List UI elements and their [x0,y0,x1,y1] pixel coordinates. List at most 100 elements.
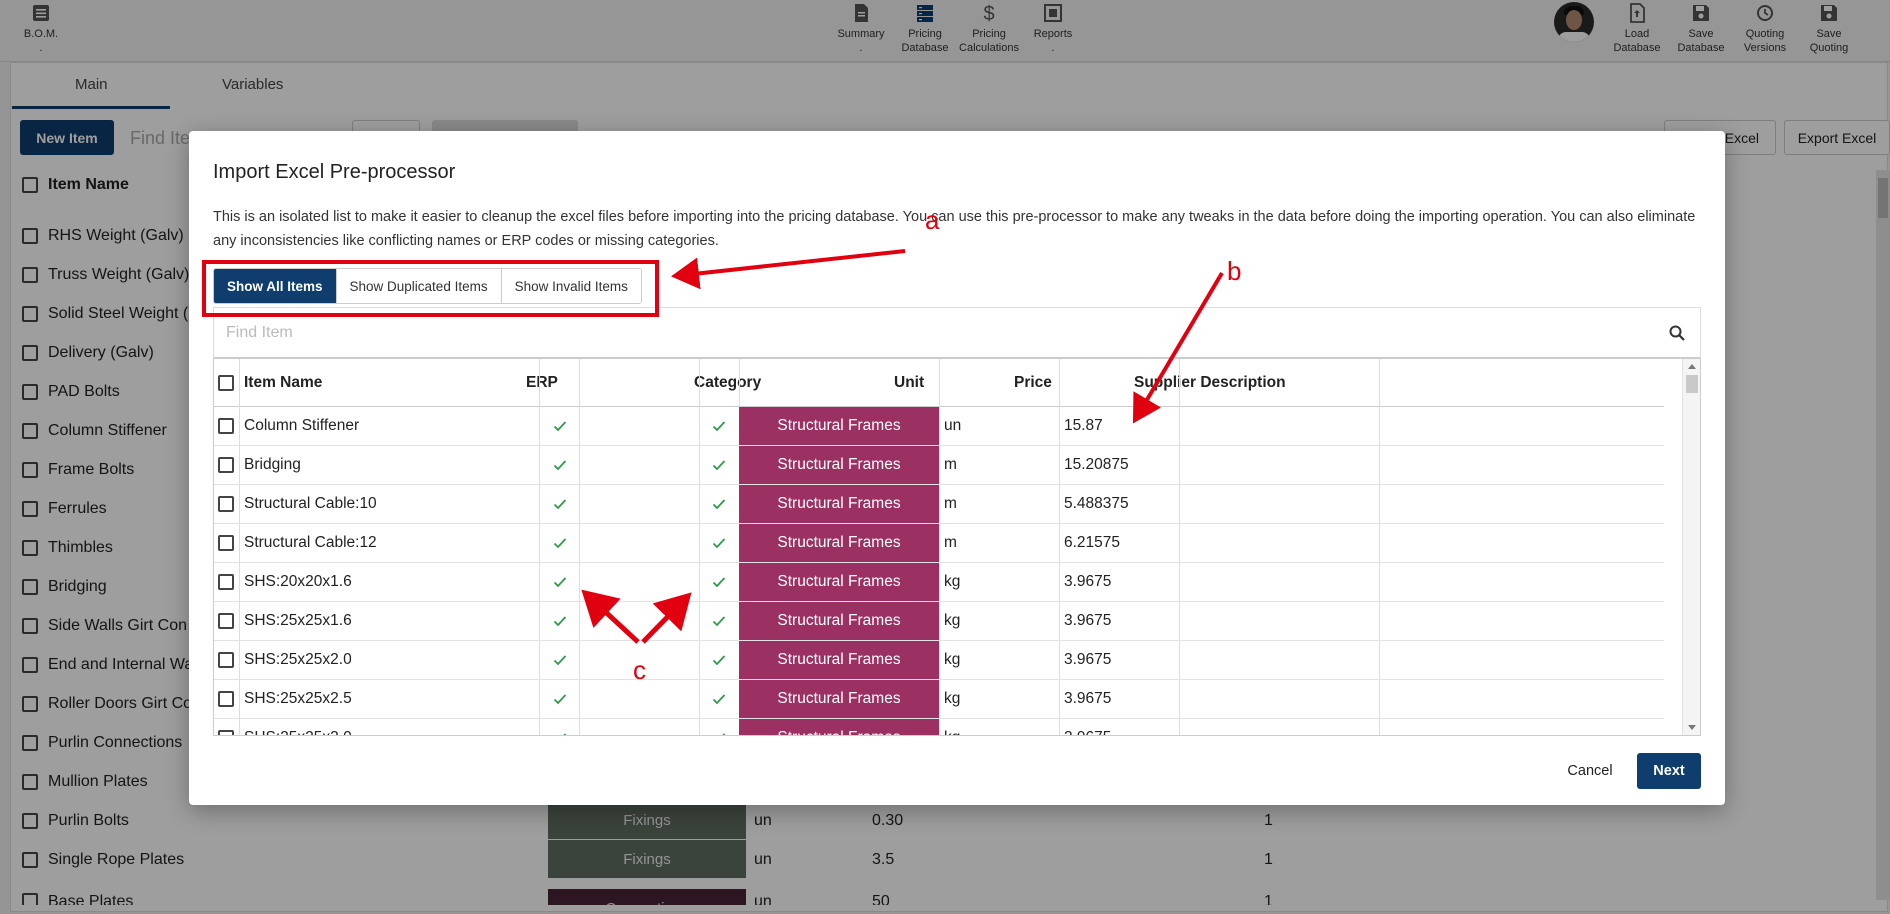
erp-cell[interactable] [579,602,699,640]
unit-cell[interactable]: m [939,446,1059,484]
check-icon [712,693,726,705]
item-name-cell[interactable]: Bridging [239,446,539,484]
category-cell[interactable]: Structural Frames [739,446,939,484]
row-checkbox[interactable] [218,691,234,707]
unit-cell[interactable]: kg [939,641,1059,679]
check-icon [553,693,567,705]
check-icon [553,654,567,666]
price-cell[interactable]: 3.9675 [1059,719,1179,735]
item-name-cell[interactable]: SHS:25x25x3.0 [239,719,539,735]
column-header-price[interactable]: Price [1009,359,1129,407]
annotation-label-b: b [1227,256,1242,286]
price-cell[interactable]: 3.9675 [1059,602,1179,640]
row-checkbox[interactable] [218,418,234,434]
category-cell[interactable]: Structural Frames [739,485,939,523]
show-duplicated-items-button[interactable]: Show Duplicated Items [336,269,502,303]
column-header-unit[interactable]: Unit [889,359,1009,407]
item-name-cell[interactable]: SHS:25x25x2.5 [239,680,539,718]
price-cell[interactable]: 3.9675 [1059,563,1179,601]
supplier-description-cell[interactable] [1179,485,1379,523]
table-row[interactable]: SHS:25x25x3.0 Structural Frameskg3.9675 [214,719,1664,735]
item-name-cell[interactable]: SHS:25x25x2.0 [239,641,539,679]
unit-cell[interactable]: kg [939,680,1059,718]
category-cell[interactable]: Structural Frames [739,680,939,718]
supplier-description-cell[interactable] [1179,602,1379,640]
select-all-checkbox[interactable] [218,375,234,391]
unit-cell[interactable]: m [939,485,1059,523]
supplier-description-cell[interactable] [1179,563,1379,601]
table-row[interactable]: SHS:25x25x2.5 Structural Frames kg 3.9675 [214,680,1664,719]
search-icon[interactable] [1668,324,1686,342]
category-cell[interactable]: Structural Frames [739,602,939,640]
category-cell[interactable]: Structural Frames [739,641,939,679]
scroll-up-arrow-icon[interactable] [1688,364,1696,369]
dialog-search-box [213,307,1701,359]
row-checkbox[interactable] [218,574,234,590]
erp-cell[interactable] [579,446,699,484]
row-checkbox[interactable] [218,496,234,512]
row-checkbox-cell [214,485,239,523]
row-checkbox[interactable] [218,652,234,668]
scrollbar-thumb[interactable] [1686,375,1698,393]
price-cell[interactable]: 3.9675 [1059,680,1179,718]
category-cell[interactable]: Structural Frames [739,719,939,735]
erp-cell[interactable] [579,485,699,523]
table-row[interactable]: SHS:25x25x2.0 Structural Frames kg 3.9675 [214,641,1664,680]
item-name-cell[interactable]: Column Stiffener [239,407,539,445]
supplier-description-cell[interactable] [1179,680,1379,718]
price-cell[interactable]: 15.20875 [1059,446,1179,484]
row-checkbox[interactable] [218,613,234,629]
table-row[interactable]: SHS:20x20x1.6 Structural Frames kg 3.9675 [214,563,1664,602]
next-button[interactable]: Next [1637,753,1701,789]
price-cell[interactable]: 15.87 [1059,407,1179,445]
item-name-cell[interactable]: Structural Cable:10 [239,485,539,523]
item-name-cell[interactable]: SHS:20x20x1.6 [239,563,539,601]
column-header-category[interactable]: Category [689,359,889,407]
row-checkbox-cell [214,641,239,679]
check-icon [712,420,726,432]
category-cell[interactable]: Structural Frames [739,407,939,445]
row-checkbox[interactable] [218,457,234,473]
column-header-erp[interactable]: ERP [521,359,655,407]
unit-cell[interactable]: un [939,407,1059,445]
erp-cell[interactable] [579,563,699,601]
column-header-supplier-description[interactable]: Supplier Description [1129,359,1329,407]
unit-cell[interactable]: kg [939,719,1059,735]
table-row[interactable]: Structural Cable:10 Structural Frames m 5.4… [214,485,1664,524]
check-icon [553,615,567,627]
unit-cell[interactable]: m [939,524,1059,562]
price-cell[interactable]: 3.9675 [1059,641,1179,679]
scroll-down-arrow-icon[interactable] [1688,725,1696,730]
supplier-description-cell[interactable] [1179,407,1379,445]
cancel-button[interactable]: Cancel [1555,753,1625,789]
erp-cell[interactable] [579,524,699,562]
item-name-cell[interactable]: Structural Cable:12 [239,524,539,562]
row-checkbox[interactable] [218,535,234,551]
check-icon [712,459,726,471]
table-row[interactable]: Bridging Structural Frames m 15.20875 [214,446,1664,485]
erp-cell[interactable] [579,407,699,445]
price-cell[interactable]: 6.21575 [1059,524,1179,562]
item-name-cell[interactable]: SHS:25x25x1.6 [239,602,539,640]
unit-cell[interactable]: kg [939,563,1059,601]
supplier-description-cell[interactable] [1179,446,1379,484]
find-item-input[interactable] [226,318,1626,348]
price-cell[interactable]: 5.488375 [1059,485,1179,523]
grid-scrollbar[interactable] [1682,359,1700,735]
table-row[interactable]: Column Stiffener Structural Frames un 15.87 [214,407,1664,446]
erp-cell[interactable] [579,719,699,735]
show-all-items-button[interactable]: Show All Items [214,269,337,303]
unit-cell[interactable]: kg [939,602,1059,640]
supplier-description-cell[interactable] [1179,719,1379,735]
row-checkbox[interactable] [218,730,234,735]
category-cell[interactable]: Structural Frames [739,524,939,562]
table-row[interactable]: Structural Cable:12 Structural Frames m 6.2… [214,524,1664,563]
supplier-description-cell[interactable] [1179,641,1379,679]
check-icon [712,537,726,549]
category-cell[interactable]: Structural Frames [739,563,939,601]
table-row[interactable]: SHS:25x25x1.6 Structural Frames kg 3.9675 [214,602,1664,641]
show-invalid-items-button[interactable]: Show Invalid Items [501,269,641,303]
supplier-description-cell[interactable] [1179,524,1379,562]
import-excel-dialog: Import Excel Pre-processor This is an is… [189,131,1725,805]
column-header-item-name[interactable]: Item Name [239,359,489,407]
